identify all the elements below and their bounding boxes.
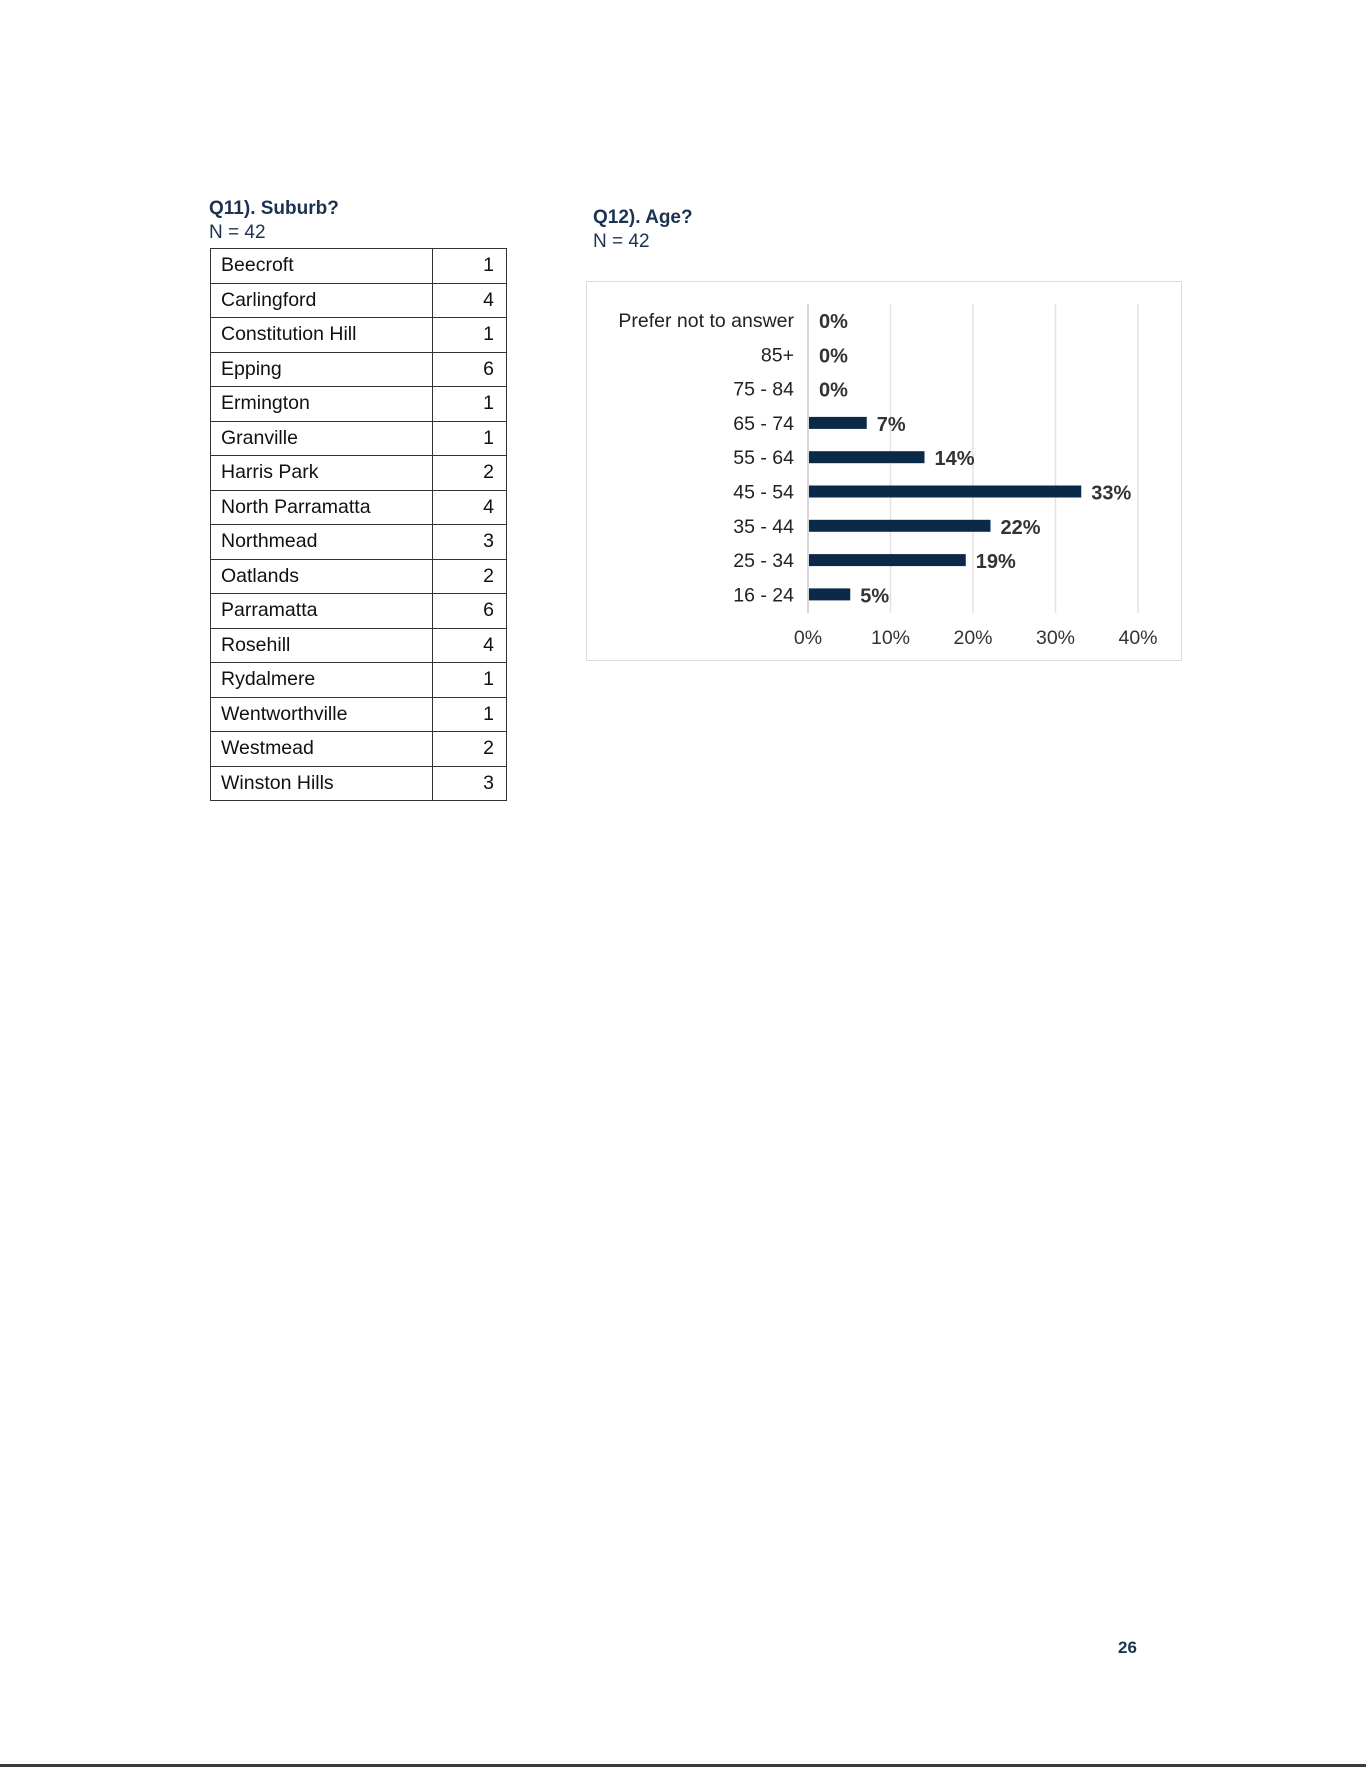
suburb-count: 1 <box>432 386 507 422</box>
suburb-name: North Parramatta <box>210 489 433 525</box>
category-label: 25 - 34 <box>733 550 794 572</box>
table-row: Beecroft 1 <box>210 248 507 284</box>
x-tick-label: 0% <box>794 627 822 649</box>
table-row: Rydalmere 1 <box>210 662 507 698</box>
category-label: 85+ <box>761 344 794 366</box>
x-tick-label: 20% <box>953 627 992 649</box>
bar <box>809 519 991 532</box>
value-label: 0% <box>819 380 848 402</box>
table-row: Oatlands 2 <box>210 558 507 594</box>
category-label: 65 - 74 <box>733 413 794 435</box>
suburb-name: Constitution Hill <box>210 317 433 353</box>
suburb-name: Winston Hills <box>210 765 433 801</box>
age-chart-svg: 0% 10% 20% 30% 40% Prefer not to answer 0% 85+ 0… <box>618 304 1158 649</box>
table-row: Harris Park 2 <box>210 455 507 491</box>
table-row: Wentworthville 1 <box>210 696 507 732</box>
suburb-count: 2 <box>432 455 507 491</box>
table-row: North Parramatta 4 <box>210 489 507 525</box>
suburb-count: 6 <box>432 593 507 629</box>
category-label: 16 - 24 <box>733 584 794 606</box>
bar <box>809 554 966 567</box>
suburb-name: Granville <box>210 420 433 456</box>
suburb-name: Carlingford <box>210 282 433 318</box>
table-row: Parramatta 6 <box>210 593 507 629</box>
suburb-name: Rydalmere <box>210 662 433 698</box>
suburb-name: Northmead <box>210 524 433 560</box>
x-tick-label: 10% <box>871 627 910 649</box>
table-row: Northmead 3 <box>210 524 507 560</box>
value-label: 0% <box>819 345 848 367</box>
suburb-count: 3 <box>432 765 507 801</box>
suburb-name: Parramatta <box>210 593 433 629</box>
suburb-count: 1 <box>432 696 507 732</box>
suburb-count: 4 <box>432 489 507 525</box>
suburb-name: Epping <box>210 351 433 387</box>
category-label: 55 - 64 <box>733 447 794 469</box>
suburb-name: Ermington <box>210 386 433 422</box>
q11-title: Q11). Suburb? <box>209 198 339 219</box>
suburb-count: 2 <box>432 731 507 767</box>
table-row: Westmead 2 <box>210 731 507 767</box>
suburb-count: 2 <box>432 558 507 594</box>
q12-sample-size: N = 42 <box>593 231 650 252</box>
suburb-name: Westmead <box>210 731 433 767</box>
category-label: 75 - 84 <box>733 379 794 401</box>
suburb-name: Wentworthville <box>210 696 433 732</box>
suburb-count: 4 <box>432 282 507 318</box>
bar <box>809 416 867 429</box>
category-label: 45 - 54 <box>733 482 794 504</box>
suburb-count: 6 <box>432 351 507 387</box>
table-row: Granville 1 <box>210 420 507 456</box>
q12-title: Q12). Age? <box>593 207 693 228</box>
suburb-count: 3 <box>432 524 507 560</box>
page-number: 26 <box>1118 1638 1137 1657</box>
bar <box>809 451 925 464</box>
value-label: 0% <box>819 311 848 333</box>
table-row: Carlingford 4 <box>210 282 507 318</box>
suburb-table: Beecroft 1 Carlingford 4 Constitution Hill 1 E… <box>210 248 507 801</box>
table-row: Epping 6 <box>210 351 507 387</box>
suburb-count: 1 <box>432 317 507 353</box>
suburb-count: 1 <box>432 420 507 456</box>
suburb-name: Rosehill <box>210 627 433 663</box>
category-label: 35 - 44 <box>733 516 794 538</box>
value-label: 22% <box>1001 517 1041 539</box>
x-tick-label: 30% <box>1036 627 1075 649</box>
suburb-count: 1 <box>432 248 507 284</box>
bar <box>809 588 851 601</box>
suburb-name: Beecroft <box>210 248 433 284</box>
table-row: Rosehill 4 <box>210 627 507 663</box>
suburb-name: Harris Park <box>210 455 433 491</box>
value-label: 7% <box>877 414 906 436</box>
value-label: 33% <box>1091 483 1131 505</box>
table-row: Winston Hills 3 <box>210 765 507 801</box>
table-row: Ermington 1 <box>210 386 507 422</box>
q11-sample-size: N = 42 <box>209 222 266 243</box>
suburb-name: Oatlands <box>210 558 433 594</box>
value-label: 14% <box>935 448 975 470</box>
age-chart: 0% 10% 20% 30% 40% Prefer not to answer 0% 85+ 0… <box>586 281 1182 661</box>
suburb-count: 1 <box>432 662 507 698</box>
suburb-count: 4 <box>432 627 507 663</box>
x-tick-label: 40% <box>1118 627 1157 649</box>
bar <box>809 485 1082 498</box>
value-label: 19% <box>976 551 1016 573</box>
category-label: Prefer not to answer <box>618 310 794 332</box>
value-label: 5% <box>860 585 889 607</box>
table-row: Constitution Hill 1 <box>210 317 507 353</box>
